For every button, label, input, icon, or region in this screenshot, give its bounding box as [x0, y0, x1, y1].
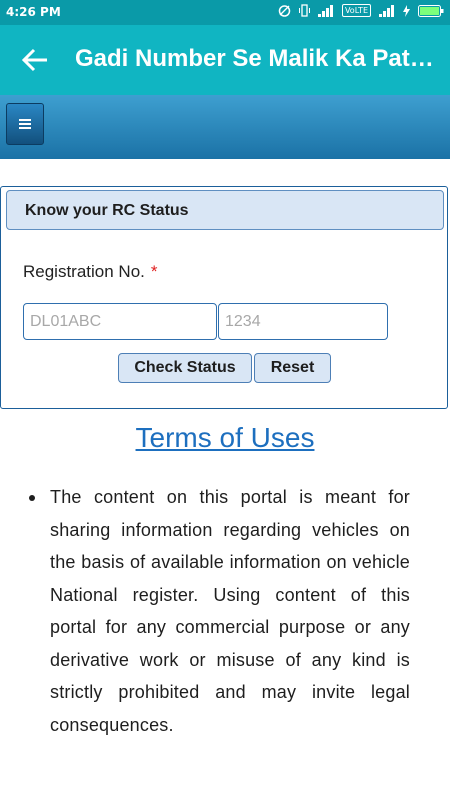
vibrate-icon	[298, 4, 310, 17]
alarm-icon	[278, 5, 291, 17]
terms-list-item: The content on this portal is meant for …	[25, 481, 410, 741]
bullet-icon	[29, 495, 35, 501]
app-bar: Gadi Number Se Malik Ka Pata Karen	[0, 25, 450, 95]
status-time: 4:26 PM	[6, 5, 61, 19]
charging-icon	[403, 4, 410, 17]
nav-strip	[0, 95, 450, 159]
battery-icon	[418, 4, 444, 17]
app-title: Gadi Number Se Malik Ka Pata Karen	[75, 45, 440, 72]
terms-list: The content on this portal is meant for …	[25, 481, 410, 741]
rc-status-header: Know your RC Status	[6, 190, 444, 230]
signal-icon	[317, 4, 333, 17]
registration-number-input[interactable]	[218, 303, 388, 340]
registration-series-input[interactable]	[23, 303, 217, 340]
back-arrow-icon[interactable]	[22, 48, 48, 72]
rc-status-panel: Know your RC Status Registration No. * Ch…	[0, 186, 448, 409]
check-status-button[interactable]: Check Status	[118, 353, 252, 383]
rc-status-heading: Know your RC Status	[25, 202, 189, 219]
status-bar: 4:26 PM VoLTE	[0, 0, 450, 25]
registration-label: Registration No. *	[23, 262, 158, 282]
registration-label-text: Registration No.	[23, 262, 145, 281]
required-mark: *	[150, 262, 158, 281]
status-icons: VoLTE	[278, 4, 444, 17]
menu-button[interactable]	[6, 103, 44, 145]
reset-button[interactable]: Reset	[254, 353, 331, 383]
menu-icon	[19, 119, 31, 129]
terms-text: The content on this portal is meant for …	[50, 487, 410, 735]
signal-icon-2	[379, 4, 394, 17]
terms-title: Terms of Uses	[135, 422, 315, 453]
volte-badge: VoLTE	[341, 4, 371, 17]
